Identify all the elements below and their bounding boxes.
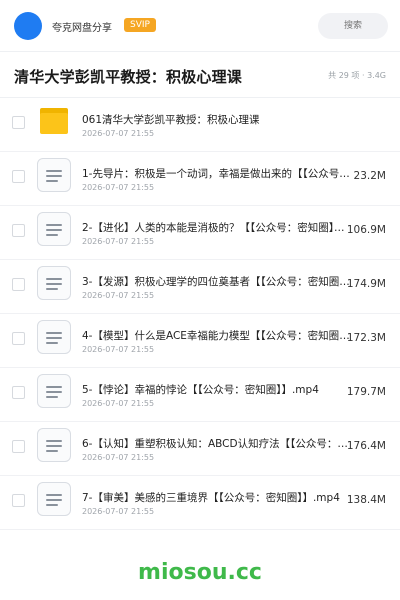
file-date: 2026-07-07 21:55 (82, 129, 155, 138)
file-date: 2026-07-07 21:55 (82, 345, 155, 354)
file-date: 2026-07-07 21:55 (82, 507, 155, 516)
document-icon (37, 374, 71, 408)
file-size: 174.9M (346, 278, 386, 290)
file-name[interactable]: 2-【进化】人类的本能是消极的？【【公众号：密知圈】】.mp4 (82, 220, 350, 235)
file-name[interactable]: 5-【悖论】幸福的悖论【【公众号：密知圈】】.mp4 (82, 382, 350, 397)
file-size: 23.2M (353, 170, 386, 182)
file-row[interactable]: 5-【悖论】幸福的悖论【【公众号：密知圈】】.mp4 2026-07-07 21:… (0, 368, 400, 422)
file-date: 2026-07-07 21:55 (82, 237, 155, 246)
file-name[interactable]: 7-【审美】美感的三重境界【【公众号：密知圈】】.mp4 (82, 490, 350, 505)
file-name[interactable]: 3-【发源】积极心理学的四位奠基者【【公众号：密知圈】】.mp4 (82, 274, 350, 289)
file-name[interactable]: 1-先导片：积极是一个动词，幸福是做出来的【【公众号：密知圈】】.mp4 (82, 166, 350, 181)
search-input[interactable] (318, 13, 388, 39)
document-icon (37, 320, 71, 354)
file-row[interactable]: 7-【审美】美感的三重境界【【公众号：密知圈】】.mp4 2026-07-07 2… (0, 476, 400, 530)
svip-badge[interactable]: SVIP (124, 18, 156, 32)
row-checkbox[interactable] (12, 386, 25, 399)
file-name[interactable]: 6-【认知】重塑积极认知：ABCD认知疗法【【公众号：密知圈】】.mp4 (82, 436, 350, 451)
brand-name: 夸克网盘分享 (52, 23, 112, 34)
file-row[interactable]: 1-先导片：积极是一个动词，幸福是做出来的【【公众号：密知圈】】.mp4 2026… (0, 152, 400, 206)
file-size: 138.4M (346, 494, 386, 506)
page-title: 清华大学彭凯平教授：积极心理课 (14, 68, 243, 86)
folder-icon (40, 108, 68, 134)
document-icon (37, 158, 71, 192)
file-size: 179.7M (346, 386, 386, 398)
file-row[interactable]: 2-【进化】人类的本能是消极的？【【公众号：密知圈】】.mp4 2026-07-0… (0, 206, 400, 260)
file-name[interactable]: 061清华大学彭凯平教授：积极心理课 (82, 112, 382, 127)
row-checkbox[interactable] (12, 332, 25, 345)
document-icon (37, 428, 71, 462)
file-date: 2026-07-07 21:55 (82, 291, 155, 300)
file-date: 2026-07-07 21:55 (82, 453, 155, 462)
file-row[interactable]: 4-【模型】什么是ACE幸福能力模型【【公众号：密知圈】】.mp4 2026-07… (0, 314, 400, 368)
file-row[interactable]: 6-【认知】重塑积极认知：ABCD认知疗法【【公众号：密知圈】】.mp4 2026… (0, 422, 400, 476)
file-date: 2026-07-07 21:55 (82, 183, 155, 192)
file-size: 172.3M (346, 332, 386, 344)
file-row[interactable]: 061清华大学彭凯平教授：积极心理课 2026-07-07 21:55 (0, 98, 400, 152)
row-checkbox[interactable] (12, 116, 25, 129)
item-count: 共 29 项 · 3.4G (328, 71, 386, 80)
file-size: 176.4M (346, 440, 386, 452)
document-icon (37, 266, 71, 300)
top-bar: 夸克网盘分享 SVIP (0, 0, 400, 52)
share-header: 清华大学彭凯平教授：积极心理课 共 29 项 · 3.4G (0, 52, 400, 98)
file-date: 2026-07-07 21:55 (82, 399, 155, 408)
document-icon (37, 482, 71, 516)
row-checkbox[interactable] (12, 278, 25, 291)
row-checkbox[interactable] (12, 494, 25, 507)
row-checkbox[interactable] (12, 440, 25, 453)
file-name[interactable]: 4-【模型】什么是ACE幸福能力模型【【公众号：密知圈】】.mp4 (82, 328, 350, 343)
row-checkbox[interactable] (12, 224, 25, 237)
avatar[interactable] (14, 12, 42, 40)
file-size: 106.9M (346, 224, 386, 236)
document-icon (37, 212, 71, 246)
file-list: 061清华大学彭凯平教授：积极心理课 2026-07-07 21:55 1-先导片：… (0, 98, 400, 530)
file-row[interactable]: 3-【发源】积极心理学的四位奠基者【【公众号：密知圈】】.mp4 2026-07-… (0, 260, 400, 314)
watermark: miosou.cc (138, 560, 262, 585)
row-checkbox[interactable] (12, 170, 25, 183)
